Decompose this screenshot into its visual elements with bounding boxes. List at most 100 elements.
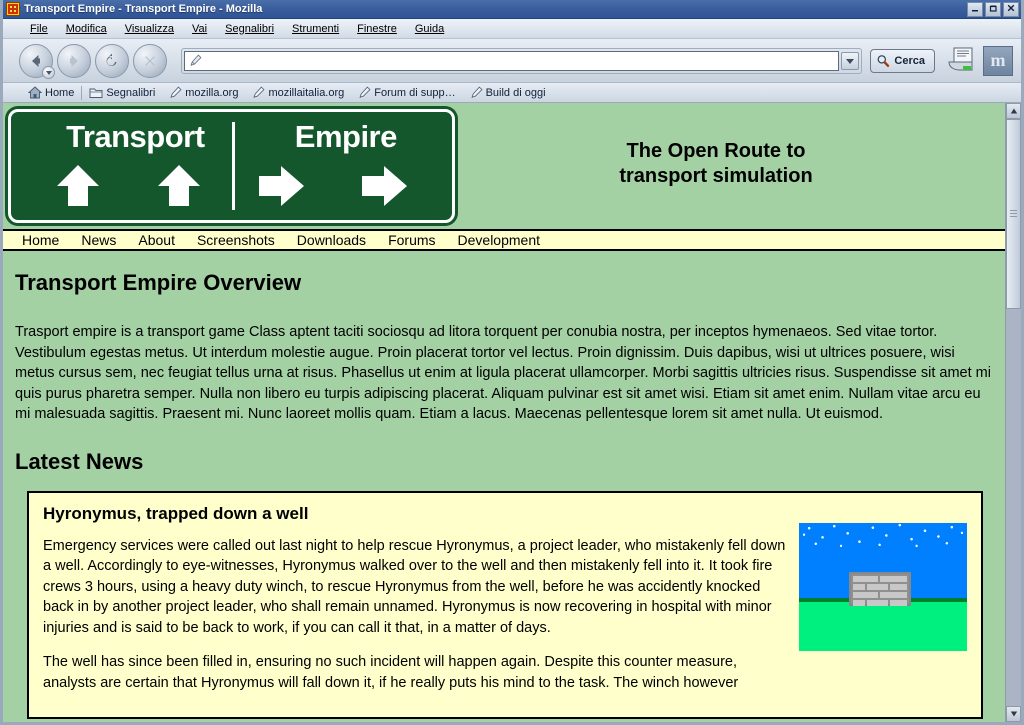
arrow-up-icon bbox=[157, 164, 200, 206]
nav-item-news[interactable]: News bbox=[70, 232, 127, 248]
reload-button[interactable] bbox=[95, 43, 129, 78]
bookmark-icon bbox=[471, 86, 483, 98]
forward-button[interactable] bbox=[57, 43, 91, 78]
scrollbar-track[interactable] bbox=[1006, 119, 1021, 706]
bookmark-icon bbox=[170, 86, 182, 98]
back-button[interactable] bbox=[19, 43, 55, 79]
browser-viewport: Transport Empire The Open Route to trans… bbox=[3, 103, 1021, 722]
nav-item-screenshots[interactable]: Screenshots bbox=[186, 232, 286, 248]
minimize-button[interactable] bbox=[967, 1, 983, 17]
bookmark-mozillaitalia-org[interactable]: mozillaitalia.org bbox=[245, 86, 351, 99]
url-bar[interactable] bbox=[184, 50, 840, 71]
menu-item-vai[interactable]: Vai bbox=[183, 22, 216, 36]
page-content: Transport Empire Overview Trasport empir… bbox=[3, 251, 1005, 719]
menu-item-visualizza-label: Visualizza bbox=[124, 22, 175, 35]
scroll-down-button[interactable] bbox=[1006, 706, 1021, 722]
scrollbar-grip bbox=[1010, 210, 1017, 218]
nav-item-about[interactable]: About bbox=[127, 232, 186, 248]
grass-layer bbox=[799, 601, 967, 651]
page-title: Transport Empire Overview bbox=[15, 270, 302, 295]
navigation-toolbar: Cerca m bbox=[3, 39, 1021, 83]
site-logo-roadsign[interactable]: Transport Empire bbox=[8, 109, 455, 223]
scroll-down-arrow bbox=[1010, 711, 1017, 717]
arrow-right-icon bbox=[362, 165, 408, 206]
url-input[interactable] bbox=[205, 53, 835, 68]
menu-item-file-label: File bbox=[30, 22, 48, 35]
stop-icon bbox=[145, 55, 155, 66]
bookmark-home[interactable]: Home bbox=[21, 86, 81, 99]
search-button[interactable]: Cerca bbox=[870, 48, 935, 73]
menu-item-segnalibri[interactable]: Segnalibri bbox=[216, 22, 283, 36]
pencil-edit-icon bbox=[190, 54, 202, 66]
bookmark-build-di-oggi[interactable]: Build di oggi bbox=[463, 86, 553, 99]
close-button[interactable] bbox=[1003, 1, 1019, 17]
menu-item-strumenti-label: Strumenti bbox=[292, 22, 340, 35]
mozilla-throbber[interactable]: m bbox=[983, 45, 1013, 76]
menu-item-visualizza[interactable]: Visualizza bbox=[116, 22, 183, 36]
bookmark-forum-supporto[interactable]: Forum di supp… bbox=[351, 86, 462, 99]
menu-item-strumenti[interactable]: Strumenti bbox=[283, 22, 348, 36]
menu-item-segnalibri-label: Segnalibri bbox=[225, 22, 275, 35]
menu-item-modifica[interactable]: Modifica bbox=[57, 22, 116, 36]
news-item-paragraph-1: Emergency services were called out last … bbox=[43, 537, 786, 636]
app-favicon-icon bbox=[6, 2, 20, 16]
bookmarks-toolbar: Home Segnalibri mozilla.org mozillaitali… bbox=[3, 83, 1021, 103]
vertical-scrollbar[interactable] bbox=[1005, 103, 1021, 722]
tagline-line-2: transport simulation bbox=[619, 165, 813, 187]
bookmark-segnalibri[interactable]: Segnalibri bbox=[82, 87, 162, 99]
scroll-up-button[interactable] bbox=[1006, 103, 1021, 119]
reload-icon bbox=[106, 53, 117, 66]
stop-button[interactable] bbox=[133, 43, 167, 78]
news-item-title: Hyronymus, trapped down a well bbox=[43, 503, 309, 523]
menu-item-guida[interactable]: Guida bbox=[406, 22, 453, 36]
print-button-group[interactable] bbox=[945, 46, 973, 76]
back-arrow-icon bbox=[32, 54, 40, 67]
nav-item-downloads[interactable]: Downloads bbox=[286, 232, 377, 248]
site-navigation: Home News About Screenshots Downloads Fo… bbox=[3, 229, 1005, 251]
title-bar: Transport Empire - Transport Empire - Mo… bbox=[3, 0, 1021, 19]
arrow-up-icon bbox=[56, 164, 99, 206]
bookmark-mozilla-org-label: mozilla.org bbox=[185, 86, 239, 99]
menu-item-finestre[interactable]: Finestre bbox=[348, 22, 406, 36]
site-tagline: The Open Route to transport simulation bbox=[455, 109, 995, 189]
nav-item-forums[interactable]: Forums bbox=[377, 232, 446, 248]
brick-well-icon bbox=[849, 571, 911, 606]
menu-item-finestre-label: Finestre bbox=[357, 22, 397, 35]
forward-arrow-icon bbox=[70, 54, 78, 67]
bookmark-segnalibri-label: Segnalibri bbox=[106, 86, 156, 99]
browser-window: Transport Empire - Transport Empire - Mo… bbox=[0, 0, 1024, 725]
home-icon bbox=[28, 86, 42, 99]
nav-item-home[interactable]: Home bbox=[11, 232, 70, 248]
menu-bar: File Modifica Visualizza Vai Segnalibri … bbox=[3, 19, 1021, 39]
url-bar-container bbox=[181, 47, 863, 74]
restore-button[interactable] bbox=[985, 1, 1001, 17]
window-controls bbox=[967, 1, 1019, 17]
overview-paragraph: Trasport empire is a transport game Clas… bbox=[15, 324, 991, 422]
bookmark-mozilla-org[interactable]: mozilla.org bbox=[162, 86, 245, 99]
news-item-paragraph-2: The well has since been filled in, ensur… bbox=[43, 654, 739, 691]
latest-news-heading: Latest News bbox=[15, 448, 144, 474]
nav-item-development[interactable]: Development bbox=[447, 232, 552, 248]
bookmark-forum-supporto-label: Forum di supp… bbox=[374, 86, 456, 99]
bookmark-home-label: Home bbox=[45, 86, 75, 99]
magnifier-icon bbox=[878, 54, 890, 67]
well-illustration bbox=[799, 522, 967, 651]
scroll-up-arrow bbox=[1010, 108, 1017, 114]
menu-item-file[interactable]: File bbox=[21, 22, 57, 36]
arrow-right-icon bbox=[259, 165, 305, 206]
bookmark-icon bbox=[359, 86, 371, 98]
print-icon bbox=[948, 47, 973, 70]
scrollbar-thumb[interactable] bbox=[1006, 119, 1021, 309]
logo-word-transport: Transport bbox=[66, 119, 205, 154]
bookmark-build-di-oggi-label: Build di oggi bbox=[485, 86, 546, 99]
news-item-body: Hyronymus, trapped down a well Emergency… bbox=[43, 501, 799, 708]
url-dropdown-button[interactable] bbox=[841, 51, 860, 70]
menu-item-guida-label: Guida bbox=[414, 22, 445, 35]
logo-word-empire: Empire bbox=[294, 119, 398, 154]
back-history-dropdown[interactable] bbox=[42, 65, 55, 79]
window-title: Transport Empire - Transport Empire - Mo… bbox=[24, 3, 263, 15]
menu-item-modifica-label: Modifica bbox=[65, 22, 107, 35]
news-item: Hyronymus, trapped down a well Emergency… bbox=[27, 490, 983, 719]
search-button-label: Cerca bbox=[894, 54, 925, 67]
tagline-line-1: The Open Route to bbox=[626, 140, 806, 162]
